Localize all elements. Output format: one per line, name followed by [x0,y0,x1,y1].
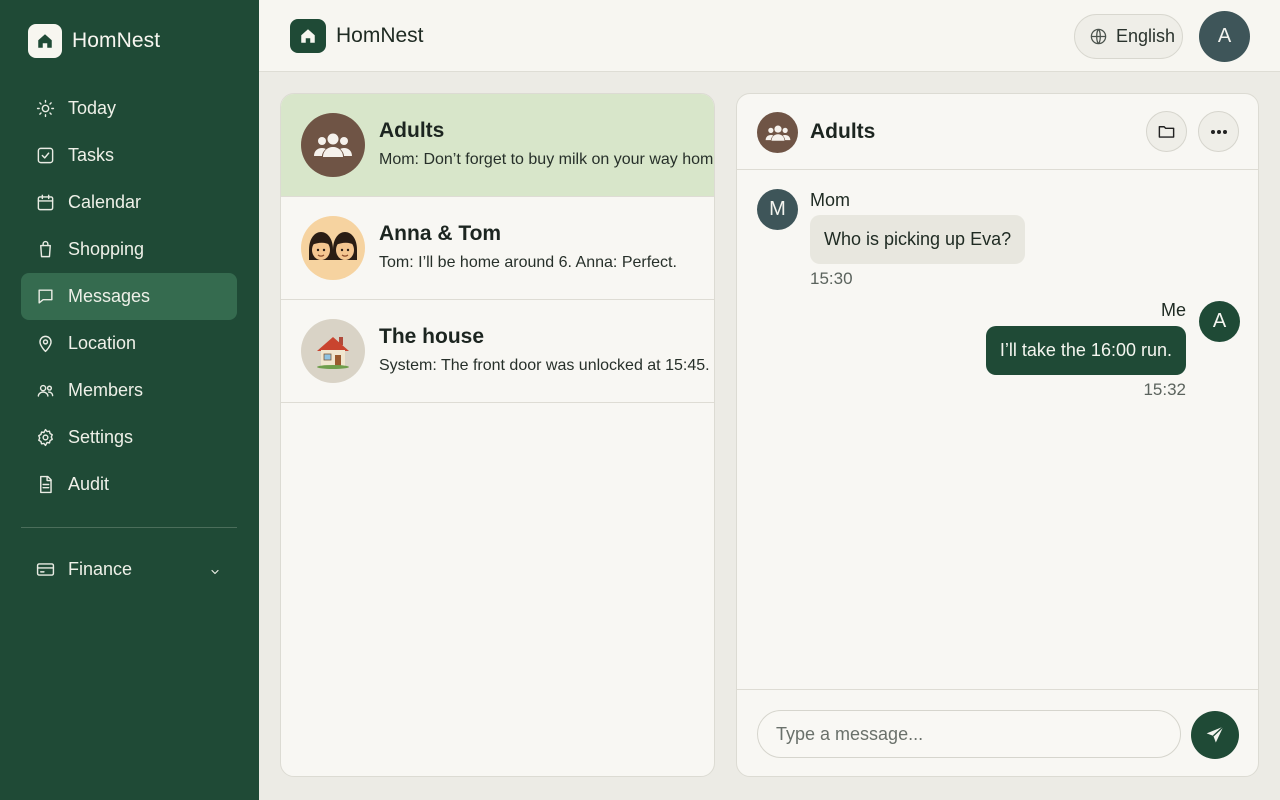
gear-icon [35,428,55,448]
conversation-name: The house [379,325,485,348]
sidebar-nav: Today Tasks Calendar Shopping Messages L… [21,85,237,508]
message-input[interactable] [757,710,1181,758]
home-logo-icon [28,24,62,58]
sidebar-item-messages[interactable]: Messages [21,273,237,320]
folder-icon [1157,122,1176,141]
sidebar: HomNest Today Tasks Calendar Shopping Me… [0,0,259,800]
language-button[interactable]: English [1074,14,1183,59]
map-pin-icon [35,334,55,354]
sidebar-item-label: Messages [68,286,151,306]
conversation-name: Anna & Tom [379,222,502,245]
sidebar-item-label: Tasks [68,145,115,165]
sidebar-item-label: Calendar [68,192,142,212]
language-label: English [1116,26,1176,46]
message-sender: Me [1160,300,1186,320]
home-logo-icon[interactable] [290,19,326,53]
group-icon [301,113,365,177]
folder-button[interactable] [1146,111,1187,152]
conversation-preview: System: The front door was unlocked at 1… [379,357,710,374]
conversation-item-adults[interactable]: Adults Mom: Don’t forget to buy milk on … [281,94,714,197]
message-bubble-incoming: Who is picking up Eva? [810,215,1026,264]
my-avatar: A [1199,301,1240,342]
chat-header: Adults [737,94,1258,170]
brand[interactable]: HomNest [28,24,160,58]
sidebar-item-tasks[interactable]: Tasks [21,132,237,179]
shopping-bag-icon [35,240,55,260]
message-time: 15:32 [1143,380,1186,399]
more-options-button[interactable] [1198,111,1239,152]
sidebar-item-shopping[interactable]: Shopping [21,226,237,273]
sidebar-item-label: Today [68,98,117,118]
sidebar-item-settings[interactable]: Settings [21,414,237,461]
conversation-preview: Tom: I’ll be home around 6. Anna: Perfec… [379,254,677,271]
conversation-item-anna-tom[interactable]: Anna & Tom Tom: I’ll be home around 6. A… [281,197,714,300]
credit-card-icon [35,560,55,580]
sidebar-divider [21,527,237,528]
globe-icon [1089,27,1108,46]
sidebar-item-today[interactable]: Today [21,85,237,132]
more-dots-icon [1210,129,1228,135]
sender-avatar: M [757,189,798,230]
message-bubble-outgoing: I’ll take the 16:00 run. [985,326,1186,375]
brand-name: HomNest [72,29,161,52]
sidebar-item-label: Members [68,380,144,400]
users-icon [35,381,55,401]
sidebar-item-label: Location [68,333,137,353]
chat-panel: Adults M Mom Who is picking up Eva? 15:3… [736,93,1259,777]
message-sender: Mom [810,190,850,210]
sidebar-item-finance[interactable]: Finance [21,546,237,593]
group-icon [757,112,798,153]
house-emoji-icon [301,319,365,383]
sidebar-item-location[interactable]: Location [21,320,237,367]
sidebar-item-members[interactable]: Members [21,367,237,414]
composer-divider [737,689,1258,690]
sidebar-item-label: Finance [68,559,133,579]
sun-icon [35,99,55,119]
top-header: HomNest English A [259,0,1280,72]
sidebar-item-calendar[interactable]: Calendar [21,179,237,226]
chevron-down-icon[interactable] [209,562,221,583]
conversation-item-the-house[interactable]: The house System: The front door was unl… [281,300,714,403]
two-kids-emoji-icon [301,216,365,280]
chat-icon [35,287,55,307]
conversation-list: Adults Mom: Don’t forget to buy milk on … [280,93,715,777]
checkbox-icon [35,146,55,166]
send-icon [1205,725,1225,745]
sidebar-item-audit[interactable]: Audit [21,461,237,508]
message-time: 15:30 [810,269,853,288]
chat-title: Adults [810,120,876,143]
sidebar-item-label: Settings [68,427,134,447]
send-button[interactable] [1191,711,1239,759]
sidebar-item-label: Audit [68,474,110,494]
conversation-name: Adults [379,119,445,142]
user-avatar[interactable]: A [1199,11,1250,62]
sidebar-item-label: Shopping [68,239,145,259]
header-title: HomNest [336,24,424,47]
document-icon [35,475,55,495]
conversation-preview: Mom: Don’t forget to buy milk on your wa… [379,151,715,168]
calendar-icon [35,193,55,213]
